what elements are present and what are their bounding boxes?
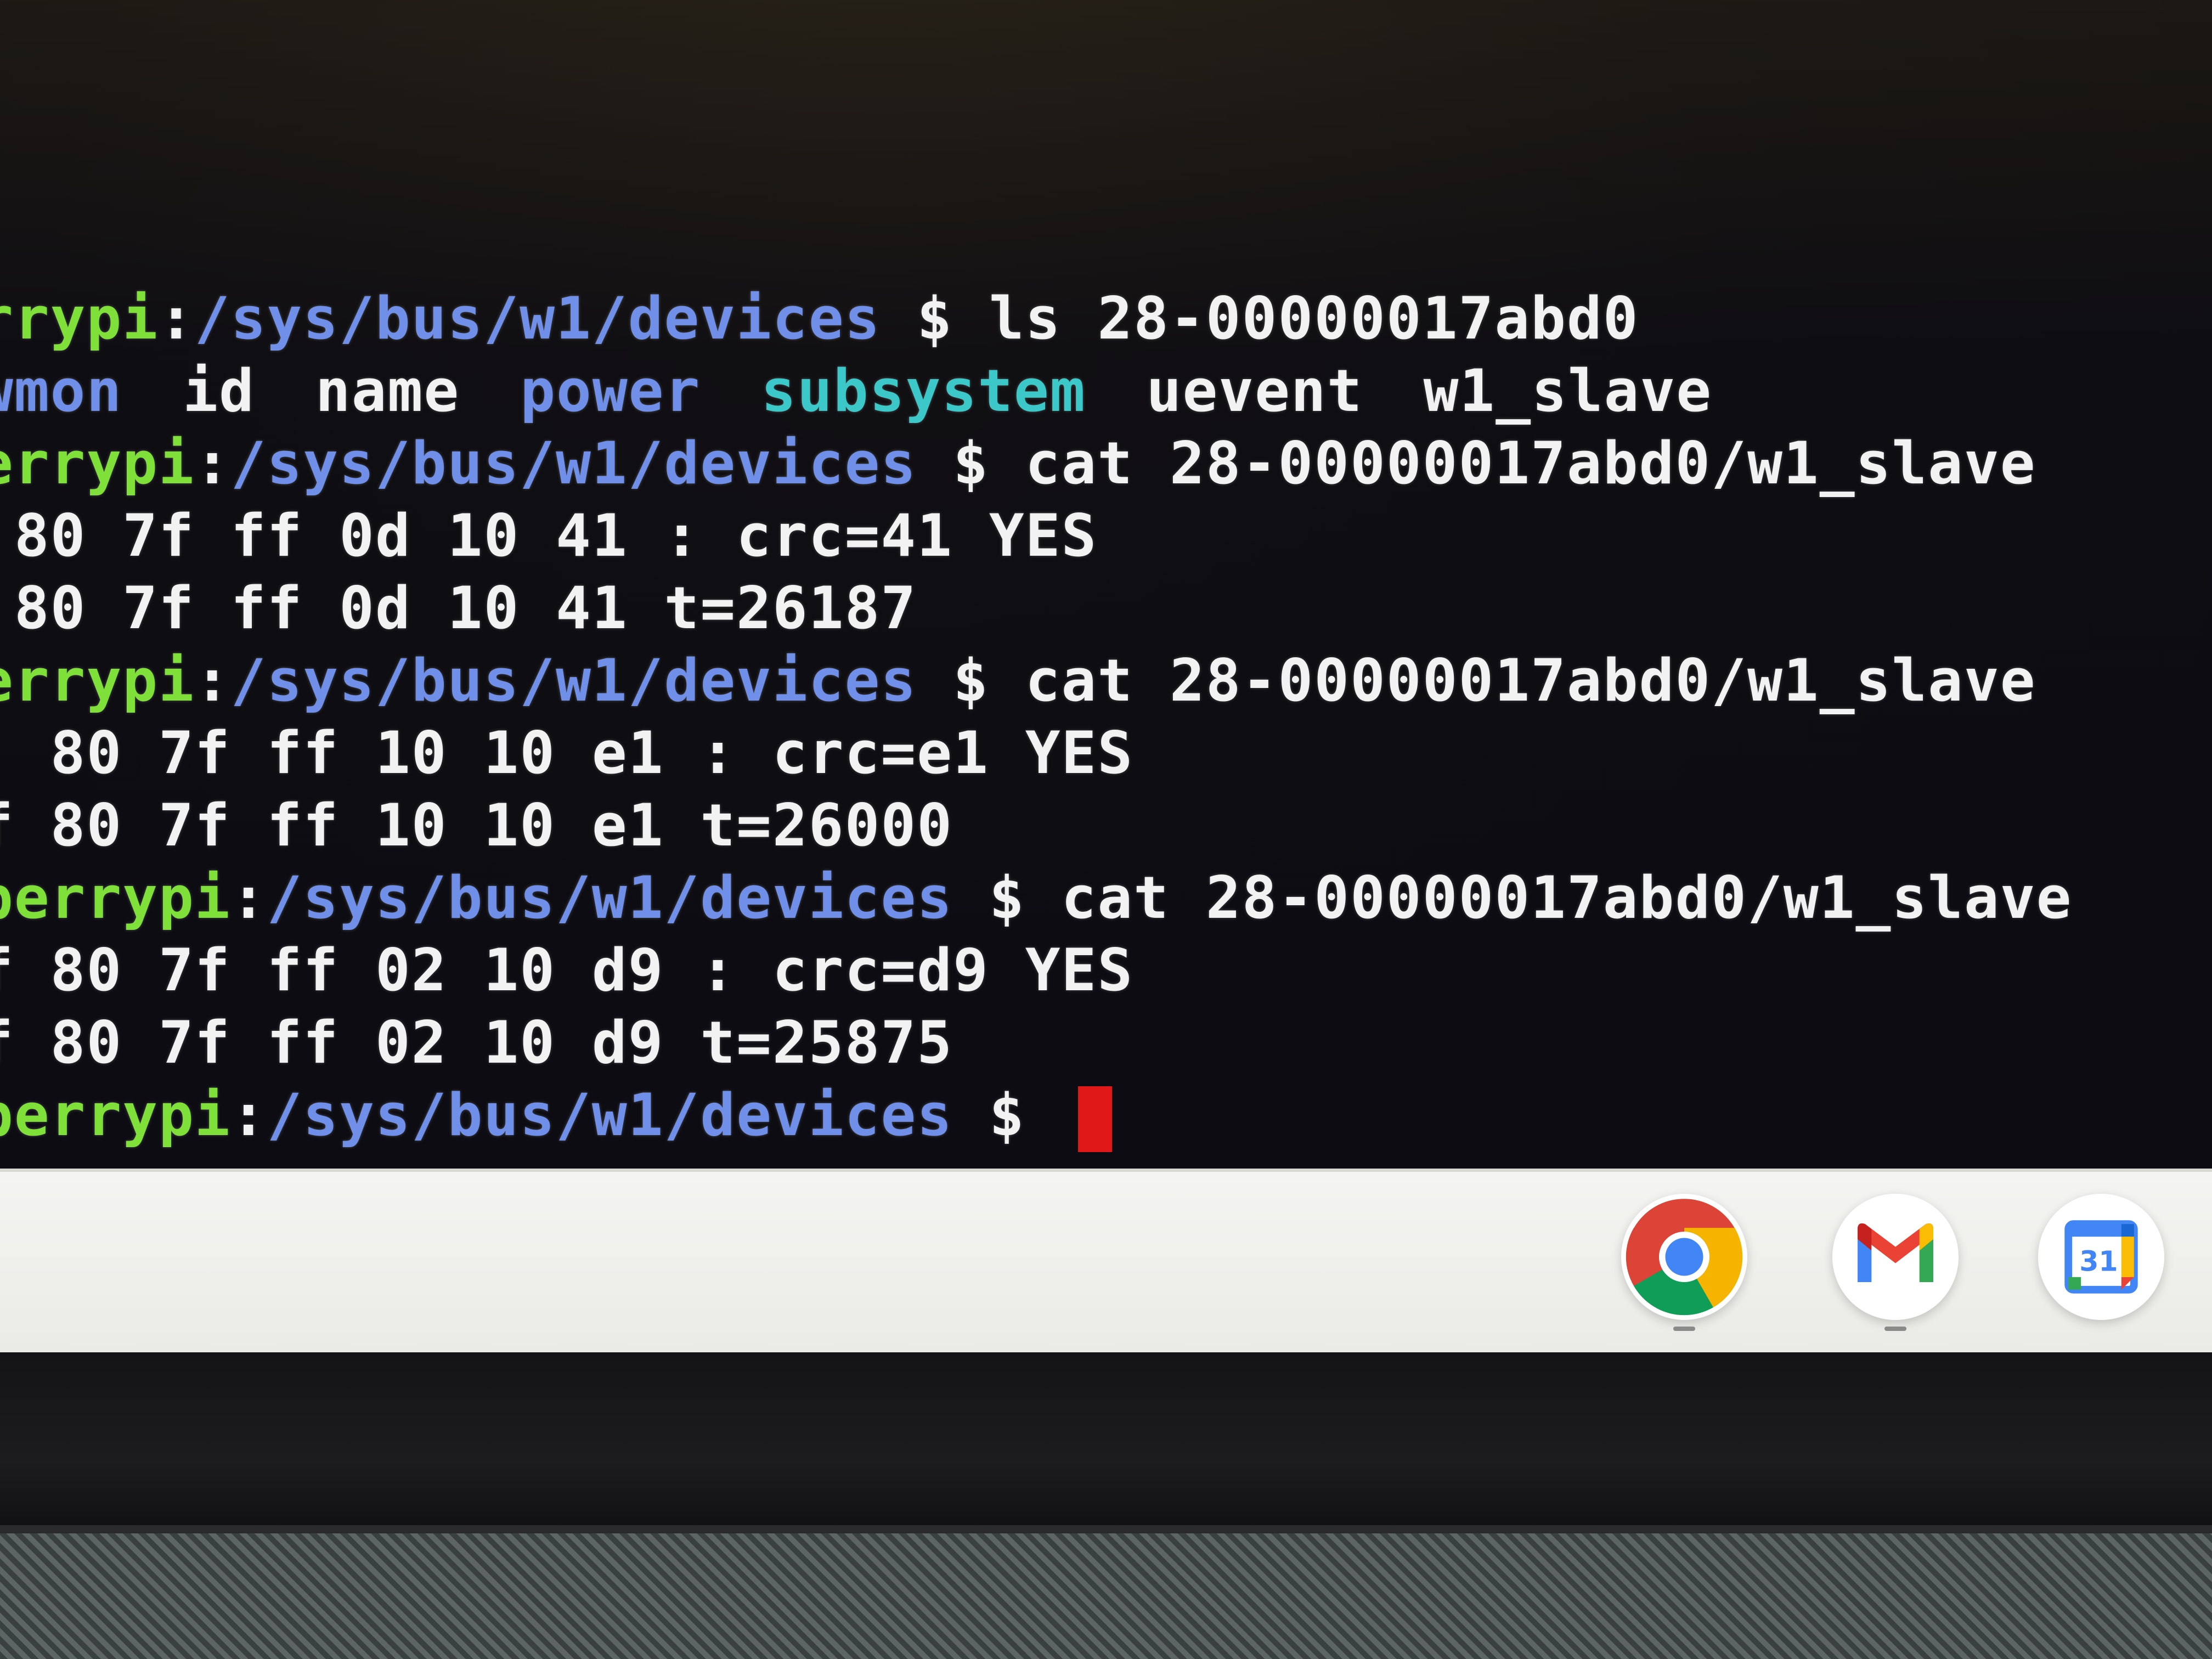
photo-stage: rrypi:/sys/bus/w1/devices $ ls 28-000000… <box>0 0 2212 1659</box>
gmail-logo <box>1832 1194 1959 1320</box>
prompt-path: /sys/bus/w1/devices <box>230 647 917 714</box>
prompt-path: /sys/bus/w1/devices <box>194 285 881 352</box>
terminal-output-line: 80 7f ff 10 10 e1 : crc=e1 YES <box>0 719 1134 787</box>
prompt-user: berrypi <box>0 1081 231 1149</box>
gmail-icon[interactable] <box>1832 1194 1959 1320</box>
terminal-active-prompt[interactable]: berrypi:/sys/bus/w1/devices $ <box>0 1079 2172 1153</box>
text-cursor <box>1077 1086 1112 1153</box>
listing-entry: uevent <box>1146 357 1363 425</box>
terminal-output-line: 80 7f ff 0d 10 41 : crc=41 YES <box>0 502 1098 569</box>
prompt-path: /sys/bus/w1/devices <box>267 1081 953 1149</box>
calendar-logo: 31 <box>2038 1194 2164 1320</box>
terminal-prompt-line: berrypi:/sys/bus/w1/devices $ cat 28-000… <box>0 862 2172 934</box>
prompt-command: ls 28-00000017abd0 <box>989 285 1639 352</box>
laptop-bezel <box>0 1352 2212 1533</box>
prompt-path: /sys/bus/w1/devices <box>230 430 917 497</box>
terminal-prompt-line: rrypi:/sys/bus/w1/devices $ ls 28-000000… <box>0 283 2172 355</box>
laptop-keyboard-mesh <box>0 1533 2212 1659</box>
prompt-sign: $ <box>917 647 1025 714</box>
prompt-command: cat 28-00000017abd0/w1_slave <box>1025 430 2036 497</box>
calendar-icon[interactable]: 31 <box>2038 1194 2164 1320</box>
prompt-sign: $ <box>953 1081 1062 1149</box>
prompt-sign: $ <box>917 430 1025 497</box>
listing-entry: id <box>183 357 255 425</box>
gmail-running-indicator <box>1884 1327 1906 1331</box>
terminal-output: rrypi:/sys/bus/w1/devices $ ls 28-000000… <box>0 283 2172 1153</box>
prompt-user: errypi <box>0 430 195 497</box>
prompt-separator: : <box>159 285 195 352</box>
chrome-icon[interactable] <box>1621 1194 1747 1320</box>
prompt-separator: : <box>194 430 231 497</box>
prompt-separator: : <box>230 864 267 932</box>
prompt-separator: : <box>194 647 231 714</box>
calendar-date: 31 <box>2079 1245 2118 1277</box>
terminal-prompt-line: errypi:/sys/bus/w1/devices $ cat 28-0000… <box>0 427 2172 500</box>
chrome-logo <box>1626 1199 1743 1316</box>
listing-entry: w1_slave <box>1423 357 1713 425</box>
shelf: 31 <box>0 1169 2212 1356</box>
prompt-user: berrypi <box>0 864 231 932</box>
prompt-sign: $ <box>953 864 1062 932</box>
prompt-command: cat 28-00000017abd0/w1_slave <box>1061 864 2073 932</box>
prompt-user: rrypi <box>0 285 159 352</box>
prompt-command: cat 28-00000017abd0/w1_slave <box>1025 647 2036 714</box>
prompt-separator: : <box>230 1081 267 1149</box>
terminal-prompt-line: errypi:/sys/bus/w1/devices $ cat 28-0000… <box>0 645 2172 717</box>
prompt-user: errypi <box>0 647 195 714</box>
terminal-output-line: f 80 7f ff 02 10 d9 : crc=d9 YES <box>0 936 1134 1004</box>
prompt-sign: $ <box>881 285 989 352</box>
terminal-window[interactable]: rrypi:/sys/bus/w1/devices $ ls 28-000000… <box>0 0 2212 1169</box>
terminal-output-line: f 80 7f ff 10 10 e1 t=26000 <box>0 792 953 859</box>
prompt-path: /sys/bus/w1/devices <box>267 864 953 932</box>
terminal-output-line: f 80 7f ff 02 10 d9 t=25875 <box>0 1009 953 1076</box>
listing-entry: power <box>520 357 701 425</box>
terminal-listing-line: wmonidname power subsystem uevent w1_slave <box>0 355 2172 427</box>
chrome-running-indicator <box>1673 1327 1695 1331</box>
listing-entry: name <box>315 357 460 425</box>
terminal-output-line: 80 7f ff 0d 10 41 t=26187 <box>0 574 917 642</box>
listing-entry: wmon <box>0 357 123 425</box>
listing-entry: subsystem <box>761 357 1086 425</box>
